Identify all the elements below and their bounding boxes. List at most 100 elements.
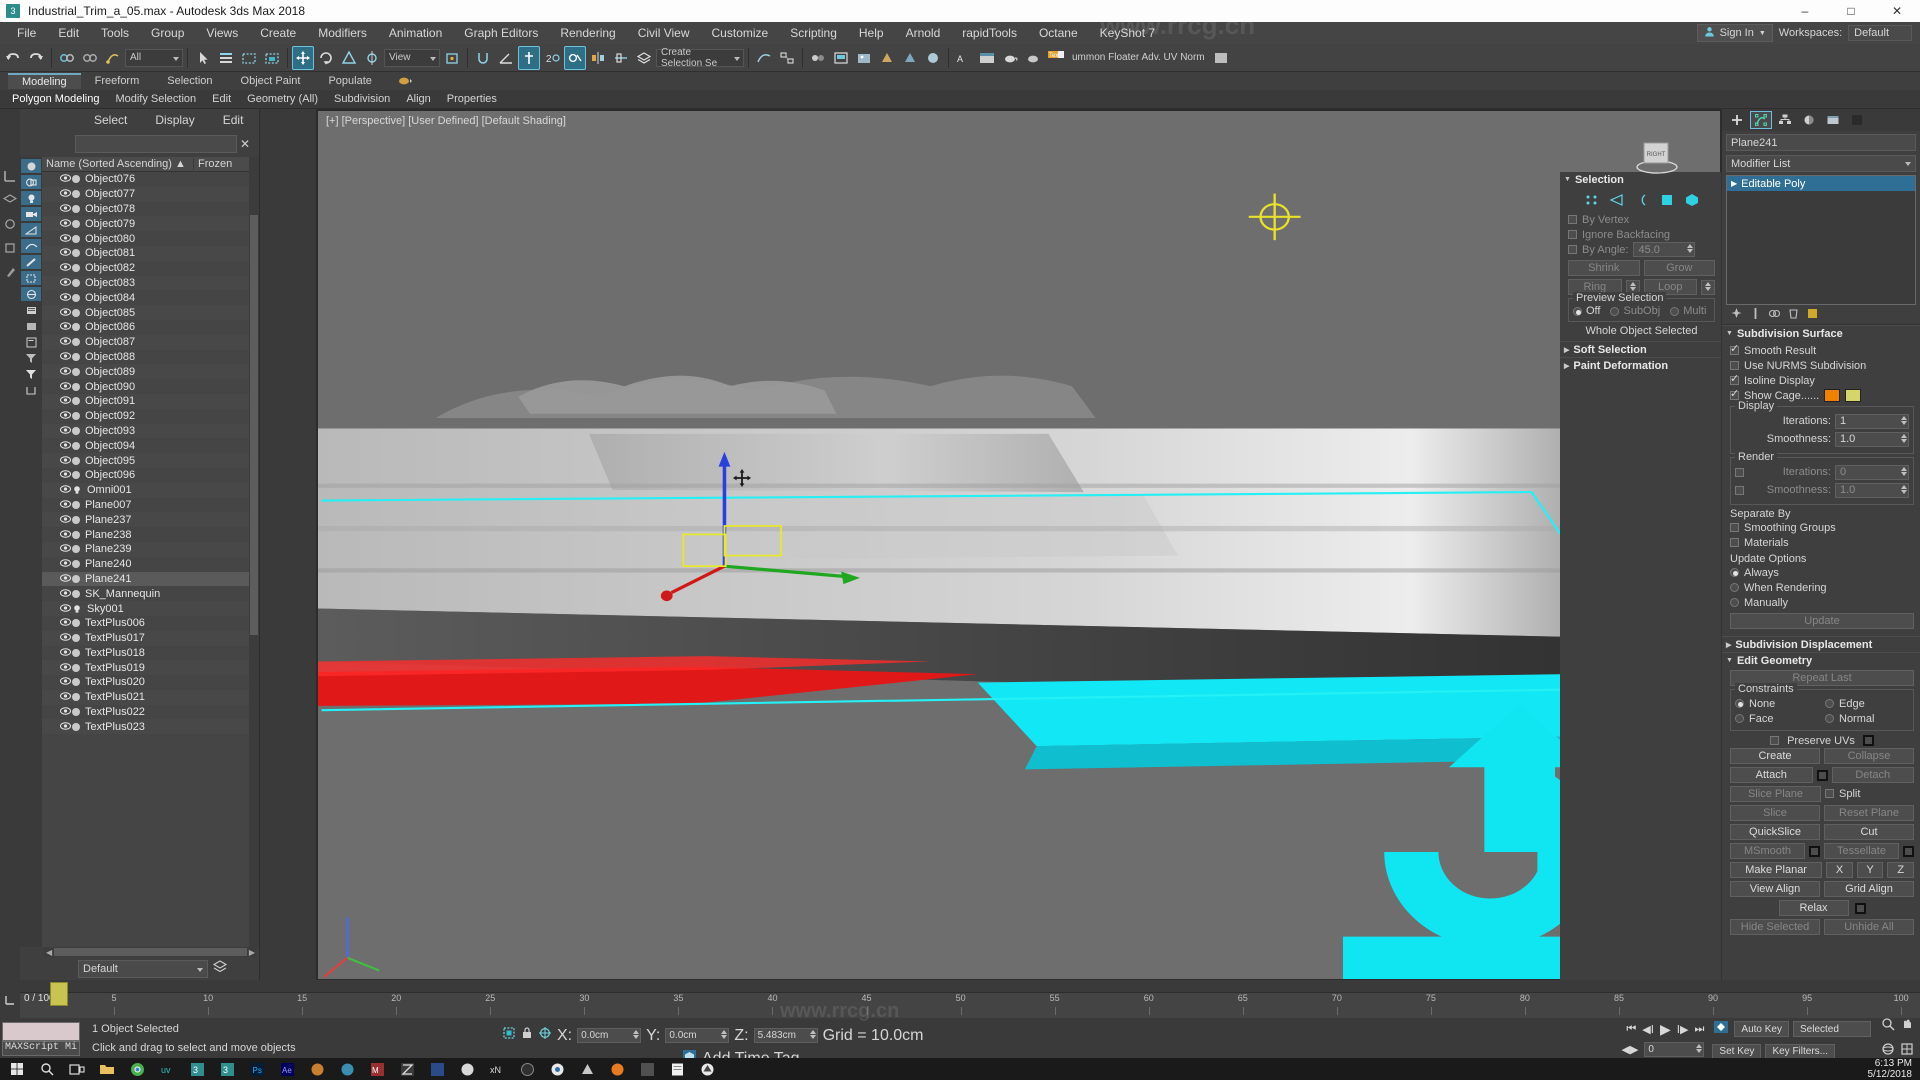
zoom-icon[interactable] [1881,1017,1895,1036]
menu-views[interactable]: Views [195,24,249,42]
visibility-eye-icon[interactable] [58,396,72,406]
list-item[interactable]: Object093 [42,423,249,439]
collapse-triangle-icon[interactable]: ▼ [1564,176,1571,183]
explorer-menu-select[interactable]: Select [80,113,141,127]
constraint-face-radio[interactable]: Face [1735,711,1819,726]
layer-manager-icon[interactable] [212,959,228,980]
make-planar-y-button[interactable]: Y [1856,862,1884,878]
menu-create[interactable]: Create [249,24,307,42]
update-manually-radio[interactable]: Manually [1730,595,1914,610]
update-when-rendering-radio[interactable]: When Rendering [1730,580,1914,595]
make-planar-x-button[interactable]: X [1826,862,1853,878]
visibility-eye-icon[interactable] [58,322,72,332]
close-button[interactable]: ✕ [1874,0,1920,22]
visibility-eye-icon[interactable] [58,485,72,495]
checkbox-icon[interactable] [1770,736,1780,745]
lock-icon[interactable] [521,1026,533,1045]
radio-icon[interactable] [1825,699,1834,708]
chevron-down-icon[interactable]: ▼ [1759,30,1766,37]
ribbon-tab-freeform[interactable]: Freeform [81,74,154,88]
percent-snap-icon[interactable] [518,45,540,70]
render-smoothness-spinner[interactable]: 1.0 [1835,482,1909,498]
activeshade-icon[interactable] [922,46,944,70]
list-item[interactable]: Object080 [42,231,249,246]
update-always-radio[interactable]: Always [1730,565,1914,580]
list-item[interactable]: Object084 [42,290,249,305]
render-smoothness-checkbox[interactable] [1735,485,1744,495]
checkbox-icon[interactable] [1568,230,1577,239]
cage-color-swatch-1[interactable] [1824,389,1841,402]
radio-icon[interactable] [1730,583,1739,592]
explorer-vertical-scrollbar[interactable] [249,157,259,947]
list-item[interactable]: Object087 [42,334,249,350]
unhide-all-button[interactable]: Unhide All [1824,919,1914,935]
visibility-eye-icon[interactable] [58,662,72,673]
list-item[interactable]: TextPlus023 [42,719,249,735]
select-by-name-icon[interactable] [215,46,237,70]
key-mode-icon[interactable]: ◀▶ [1621,1043,1638,1056]
grid-align-button[interactable]: Grid Align [1824,881,1914,897]
modifier-stack[interactable]: ▶ Editable Poly [1726,175,1916,305]
menu-file[interactable]: File [6,24,47,42]
visibility-eye-icon[interactable] [58,500,72,510]
render-production-icon[interactable] [876,46,898,70]
container-icon[interactable] [21,383,41,397]
rollout-header-subdivision-displacement[interactable]: ▶ Subdivision Displacement [1722,637,1920,652]
snaps-rail-icon[interactable] [3,241,17,255]
radio-icon[interactable] [1730,568,1739,577]
filter-off-icon[interactable] [21,351,41,365]
light-filter-icon[interactable] [21,191,41,205]
smooth-result-checkbox[interactable]: Smooth Result [1730,342,1914,358]
menu-edit[interactable]: Edit [47,24,90,42]
visibility-eye-icon[interactable] [58,692,72,702]
grow-button[interactable]: Grow [1643,260,1715,276]
menu-keyshot[interactable]: KeyShot 7 [1089,24,1166,42]
auto-key-button[interactable]: Auto Key [1734,1021,1789,1037]
maxscript-input-field[interactable] [2,1022,80,1041]
viewport-label[interactable]: [+] [Perspective] [User Defined] [Defaul… [326,115,566,127]
cut-button[interactable]: Cut [1824,824,1914,840]
select-link-icon[interactable] [56,46,78,70]
xref-filter-icon[interactable] [21,287,41,301]
menu-customize[interactable]: Customize [701,24,780,42]
visibility-eye-icon[interactable] [58,307,72,318]
perspective-viewport[interactable]: [+] [Perspective] [User Defined] [Defaul… [316,109,1722,981]
list-item[interactable]: TextPlus022 [42,705,249,720]
menu-modifiers[interactable]: Modifiers [307,24,378,42]
radio-icon[interactable] [1735,714,1744,723]
menu-civil-view[interactable]: Civil View [627,24,701,42]
list-item[interactable]: Plane007 [42,498,249,513]
visibility-eye-icon[interactable] [58,707,72,717]
visibility-eye-icon[interactable] [58,677,72,687]
reset-plane-button[interactable]: Reset Plane [1824,805,1914,821]
scene-explorer-rows[interactable]: Object076 Object077 Object078 Object079 Obje… [42,172,249,947]
remove-modifier-icon[interactable] [1787,307,1800,323]
previous-frame-icon[interactable]: ◀Ⅰ [1642,1023,1654,1036]
list-item[interactable]: Object094 [42,438,249,453]
display-iterations-spinner[interactable]: 1 [1835,413,1909,429]
spinner-arrows-icon[interactable] [1687,244,1694,253]
spinner-snap-icon[interactable]: 2 [541,46,563,70]
set-key-toggle-icon[interactable] [1712,1019,1730,1040]
go-to-end-icon[interactable]: ⏭ [1695,1023,1705,1036]
update-button[interactable]: Update [1730,613,1914,629]
notes-icon[interactable] [662,1058,692,1080]
rollout-header-soft-selection[interactable]: ▶ Soft Selection [1560,342,1721,357]
spinner-arrows-icon[interactable] [1901,466,1907,476]
axis-constraints-icon[interactable] [3,169,17,183]
knald-icon[interactable] [572,1058,602,1080]
substance-icon-2[interactable] [332,1058,362,1080]
list-item[interactable]: Object078 [42,202,249,217]
bind-space-warp-icon[interactable] [102,46,124,70]
max-icon-2[interactable]: 3 [212,1058,242,1080]
element-icon[interactable] [1683,192,1701,208]
view-cube[interactable]: RIGHT [1634,133,1680,179]
display-tab[interactable] [1822,111,1844,129]
system-clock[interactable]: 6:13 PM 5/12/2018 [1868,1058,1920,1080]
scrollbar-thumb[interactable] [250,215,258,635]
render-setup-icon[interactable] [830,46,852,70]
relax-button[interactable]: Relax [1778,900,1849,916]
list-item[interactable]: Object083 [42,275,249,291]
object-name-field[interactable]: Plane241 [1726,134,1916,151]
material-editor-icon[interactable] [807,46,829,70]
